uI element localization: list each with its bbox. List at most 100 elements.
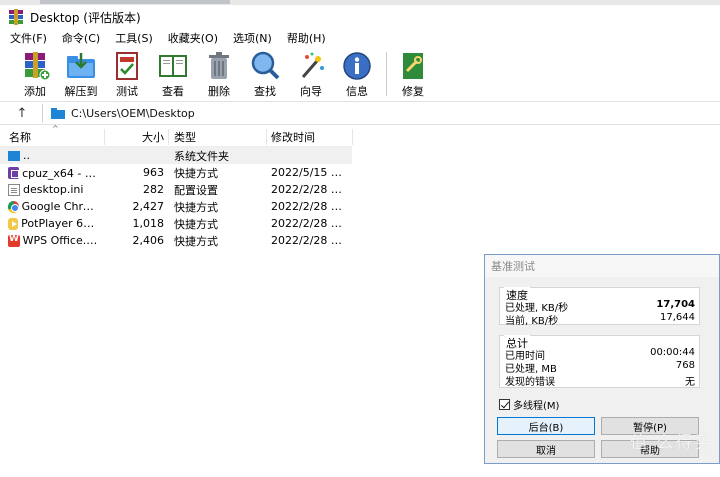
file-row[interactable]: .. 系统文件夹: [0, 147, 352, 164]
find-button[interactable]: 查找: [242, 48, 288, 98]
file-size: 282: [143, 183, 164, 196]
total-group: 总计 已用时间 00:00:44 已处理, MB 768 发现的错误 无: [499, 335, 700, 388]
wizard-wand-icon: [295, 51, 327, 81]
errors-value: 无: [685, 377, 695, 388]
cancel-button[interactable]: 取消: [497, 440, 595, 458]
info-button[interactable]: 信息: [334, 48, 380, 98]
file-row[interactable]: PotPlayer 64 bi... 1,018 快捷方式 2022/2/28 …: [0, 215, 352, 232]
file-type: 快捷方式: [174, 166, 218, 180]
extract-to-icon: [65, 51, 97, 81]
elapsed-label: 已用时间: [505, 351, 545, 362]
add-archive-icon: [19, 51, 51, 81]
file-row[interactable]: cpuz_x64 - 快... 963 快捷方式 2022/5/15 23...: [0, 164, 352, 181]
dialog-title: 基准测试: [485, 255, 719, 277]
file-type: 快捷方式: [174, 234, 218, 248]
menu-bar: 文件(F) 命令(C) 工具(S) 收藏夹(O) 选项(N) 帮助(H): [0, 29, 720, 47]
folder-icon: [8, 150, 20, 161]
sort-up-icon: ^: [52, 124, 59, 133]
menu-help[interactable]: 帮助(H): [277, 30, 331, 46]
window-title: Desktop (评估版本): [30, 10, 141, 25]
file-size: 2,406: [132, 234, 165, 247]
column-type[interactable]: 类型: [168, 129, 266, 145]
file-name: desktop.ini: [23, 183, 84, 196]
extract-to-button[interactable]: 解压到: [58, 48, 104, 98]
file-name: ..: [23, 149, 30, 162]
elapsed-value: 00:00:44: [650, 347, 695, 358]
speed-current-label: 当前, KB/秒: [505, 316, 559, 327]
delete-button[interactable]: 删除: [196, 48, 242, 98]
path-text: C:\Users\OEM\Desktop: [71, 106, 195, 120]
speed-processed-value: 17,704: [656, 299, 695, 310]
total-processed-value: 768: [675, 360, 695, 371]
info-label: 信息: [346, 85, 368, 98]
errors-label: 发现的错误: [505, 377, 555, 388]
menu-favorites[interactable]: 收藏夹(O): [158, 30, 223, 46]
multithread-label: 多线程(M): [513, 401, 560, 412]
total-processed-label: 已处理, MB: [505, 364, 557, 375]
toolbar-separator: [386, 52, 387, 96]
test-icon: [111, 51, 143, 81]
menu-tools[interactable]: 工具(S): [105, 30, 158, 46]
file-name: cpuz_x64 - 快...: [22, 166, 100, 180]
chrome-icon: [8, 200, 19, 213]
watermark: 值 么得买: [630, 433, 714, 453]
info-icon: [341, 51, 373, 81]
file-modified: 2022/2/28 15...: [271, 234, 352, 247]
repair-label: 修复: [402, 85, 424, 98]
test-label: 测试: [116, 85, 138, 98]
file-name: PotPlayer 64 bi...: [21, 217, 100, 230]
column-size[interactable]: 大小: [104, 129, 168, 145]
view-label: 查看: [162, 85, 184, 98]
wizard-label: 向导: [300, 85, 322, 98]
file-type: 系统文件夹: [174, 149, 229, 163]
wizard-button[interactable]: 向导: [288, 48, 334, 98]
file-modified: 2022/2/28 15...: [271, 217, 352, 230]
column-modified[interactable]: 修改时间: [266, 129, 352, 145]
settings-file-icon: [8, 183, 20, 196]
file-row[interactable]: desktop.ini 282 配置设置 2022/2/28 14...: [0, 181, 352, 198]
add-label: 添加: [24, 85, 46, 98]
add-button[interactable]: 添加: [12, 48, 58, 98]
winrar-window: Desktop (评估版本) 文件(F) 命令(C) 工具(S) 收藏夹(O) …: [0, 0, 720, 477]
file-modified: 2022/2/28 15...: [271, 200, 352, 213]
magnifier-icon: [249, 51, 281, 81]
multithread-checkbox[interactable]: [499, 399, 510, 410]
file-name: Google Chrom...: [21, 200, 100, 213]
list-header: ^ 名称 大小 类型 修改时间: [0, 124, 353, 147]
file-name: WPS Office.lnk: [22, 234, 100, 247]
menu-file[interactable]: 文件(F): [0, 30, 52, 46]
path-field[interactable]: C:\Users\OEM\Desktop: [51, 103, 720, 123]
address-separator: [42, 104, 43, 122]
extract-to-label: 解压到: [64, 85, 98, 98]
test-button[interactable]: 测试: [104, 48, 150, 98]
background-button[interactable]: 后台(B): [497, 417, 595, 435]
speed-group: 速度 已处理, KB/秒 17,704 当前, KB/秒 17,644: [499, 287, 700, 327]
wps-icon: [8, 234, 20, 247]
winrar-app-icon: [8, 9, 24, 25]
repair-button[interactable]: 修复: [390, 48, 436, 98]
menu-commands[interactable]: 命令(C): [52, 30, 105, 46]
address-bar: ↑ C:\Users\OEM\Desktop: [0, 101, 720, 125]
potplayer-icon: [8, 217, 19, 230]
folder-icon: [51, 107, 65, 119]
file-row[interactable]: Google Chrom... 2,427 快捷方式 2022/2/28 15.…: [0, 198, 352, 215]
toolbar: 添加 解压到 测试 查看 删除 查找 向导 信息 修复: [0, 48, 720, 98]
file-type: 快捷方式: [174, 217, 218, 231]
file-type: 快捷方式: [174, 200, 218, 214]
cpuz-icon: [8, 166, 20, 179]
file-list: ^ 名称 大小 类型 修改时间 .. 系统文件夹 cpuz_x64 - 快...…: [0, 124, 353, 477]
file-modified: 2022/2/28 14...: [271, 183, 352, 196]
view-button[interactable]: 查看: [150, 48, 196, 98]
find-label: 查找: [254, 85, 276, 98]
multithread-option[interactable]: 多线程(M): [499, 397, 559, 412]
up-arrow-icon[interactable]: ↑: [12, 106, 32, 121]
repair-icon: [397, 51, 429, 81]
file-size: 963: [143, 166, 164, 179]
file-row[interactable]: WPS Office.lnk 2,406 快捷方式 2022/2/28 15..…: [0, 232, 352, 249]
file-size: 1,018: [132, 217, 165, 230]
menu-options[interactable]: 选项(N): [223, 30, 277, 46]
speed-processed-label: 已处理, KB/秒: [505, 303, 569, 314]
view-book-icon: [157, 51, 189, 81]
file-type: 配置设置: [174, 183, 218, 197]
delete-label: 删除: [208, 85, 230, 98]
